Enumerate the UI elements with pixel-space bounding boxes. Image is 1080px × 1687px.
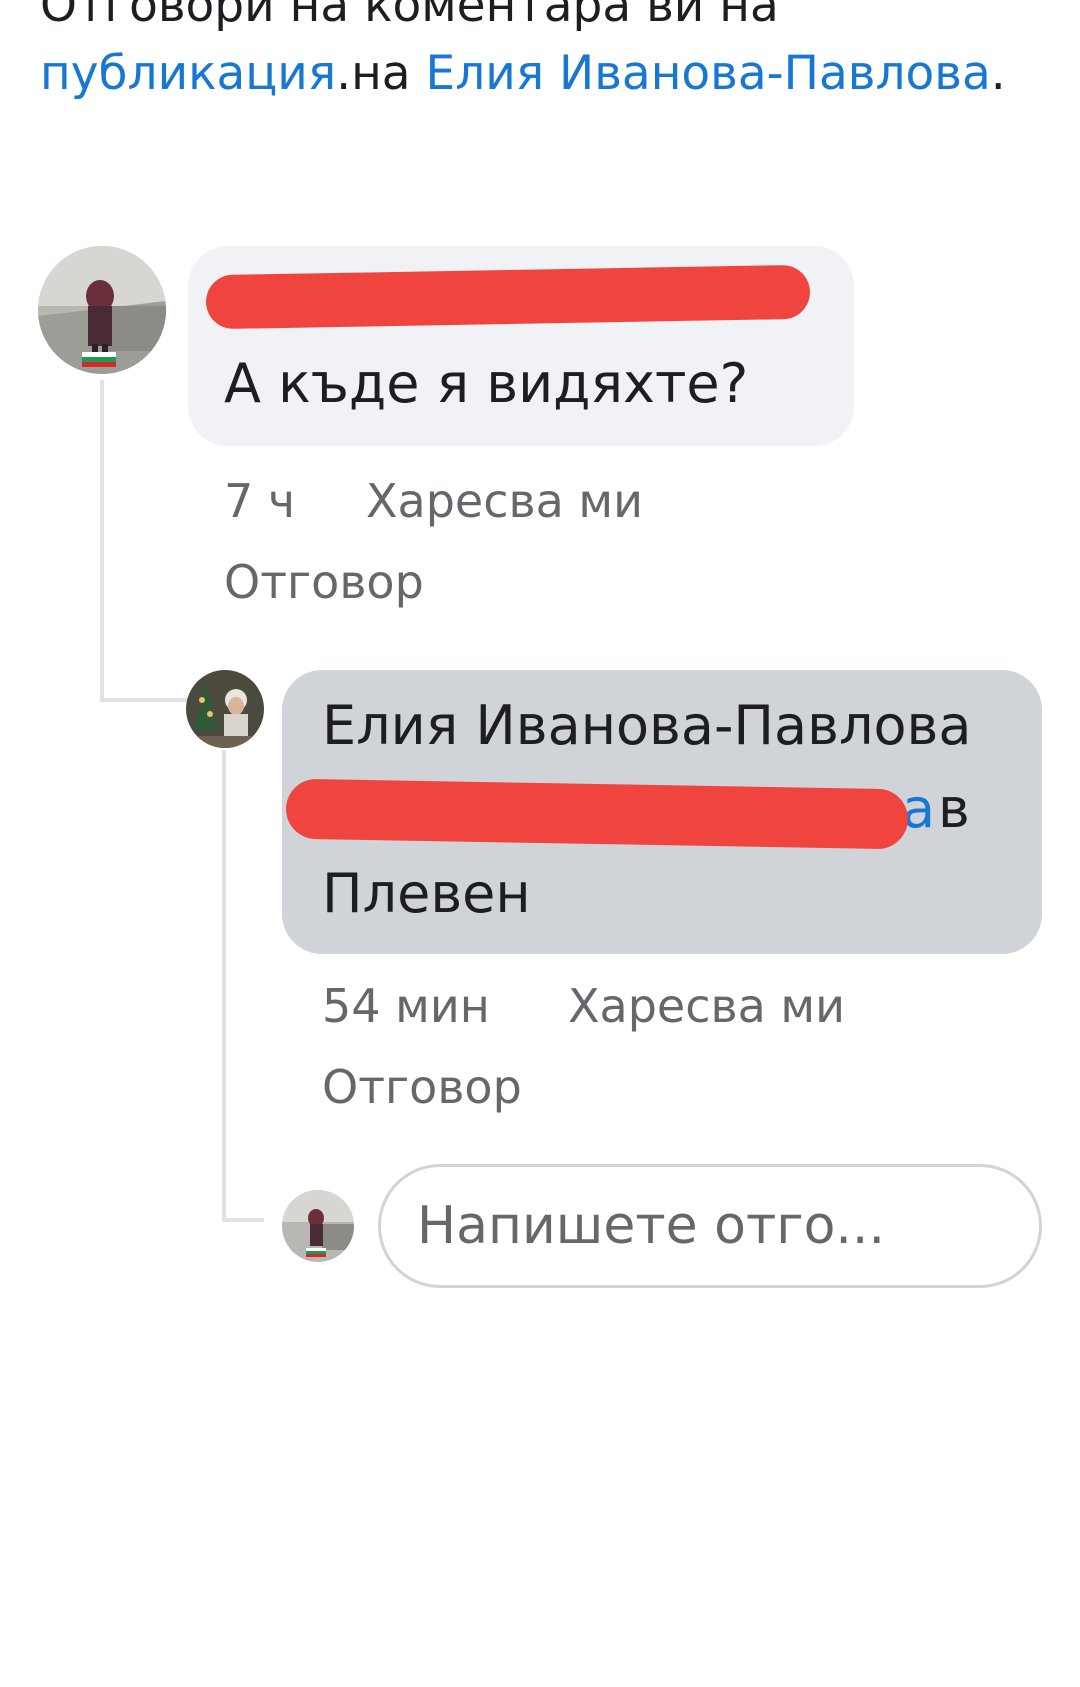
author-link[interactable]: Елия Иванова-Павлова <box>426 46 991 101</box>
reply-author-name[interactable]: Елия Иванова-Павлова <box>322 694 971 757</box>
reply-reply-button[interactable]: Отговор <box>322 1060 522 1114</box>
reply-like-button[interactable]: Харесва ми <box>568 979 845 1033</box>
reply-text-line2: Плевен <box>322 862 531 925</box>
reply-thread-line <box>222 750 226 1220</box>
photo-icon <box>186 670 264 748</box>
comment-time: 7 ч <box>224 474 296 528</box>
commenter-avatar[interactable] <box>38 246 166 374</box>
reply-thread-line-branch <box>222 1218 264 1222</box>
redacted-mention <box>285 778 909 850</box>
comment-text: А къде я видяхте? <box>224 352 749 415</box>
photo-icon <box>282 1190 354 1262</box>
reply-composer[interactable] <box>378 1164 1042 1288</box>
thread-line <box>100 380 104 700</box>
header-text-middle: .на <box>336 46 426 101</box>
thread-line-branch <box>100 698 192 702</box>
notification-header: Отговори на коментара ви на публикация.н… <box>40 0 1040 108</box>
comment-like-button[interactable]: Харесва ми <box>366 474 643 528</box>
reply-mention-tail[interactable]: а <box>902 777 935 840</box>
post-link[interactable]: публикация <box>40 46 336 101</box>
comment-reply-button[interactable]: Отговор <box>224 555 424 609</box>
reply-author-avatar[interactable] <box>186 670 264 748</box>
reply-time: 54 мин <box>322 979 490 1033</box>
photo-icon <box>38 246 166 374</box>
redacted-name <box>205 264 811 330</box>
header-text: Отговори на коментара ви на <box>40 0 779 33</box>
header-text-suffix: . <box>990 46 1006 101</box>
reply-text: в <box>938 777 970 840</box>
reply-input[interactable] <box>381 1167 1039 1285</box>
current-user-avatar <box>282 1190 354 1262</box>
